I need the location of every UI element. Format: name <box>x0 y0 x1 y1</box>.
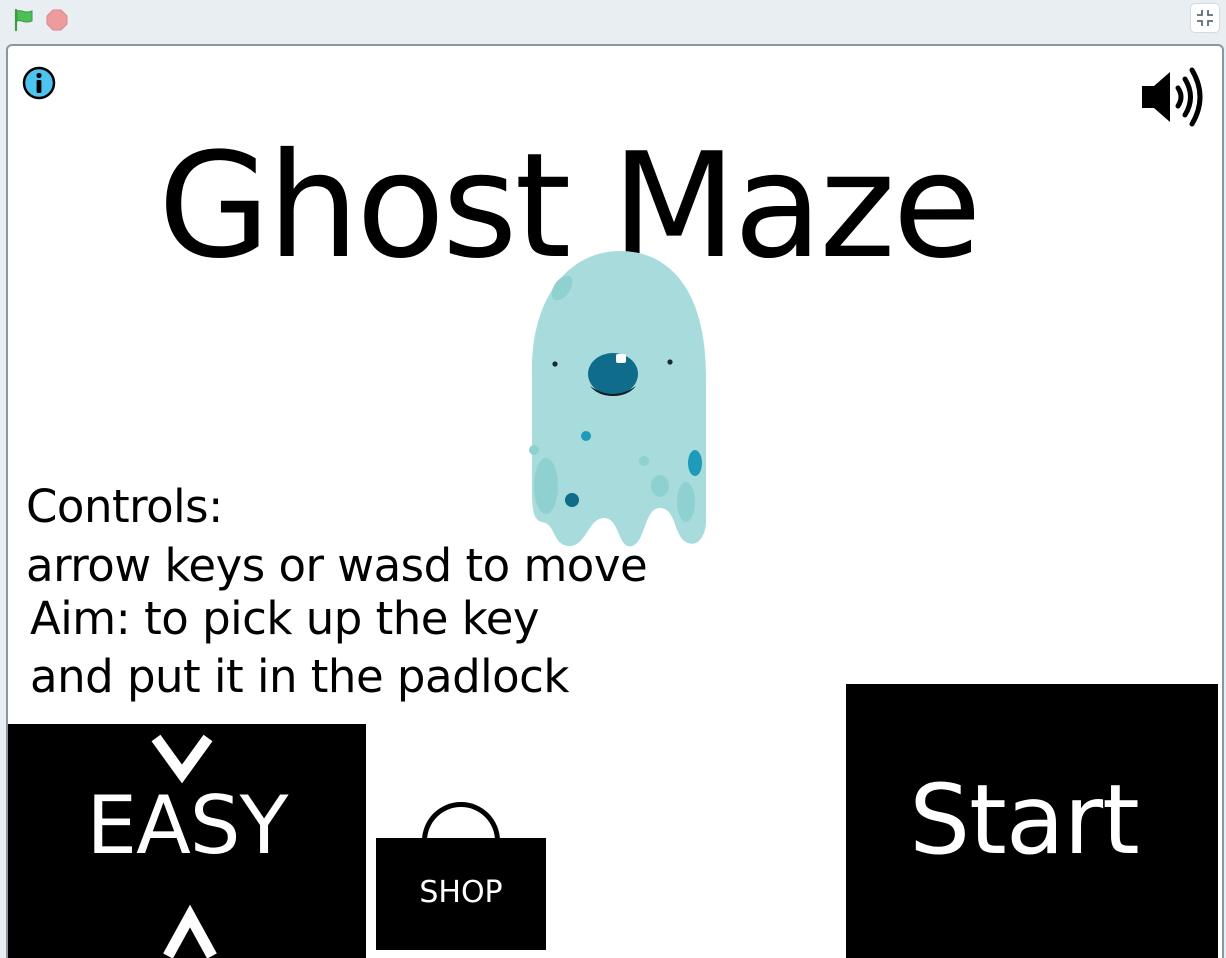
stop-sign-icon[interactable] <box>46 9 68 31</box>
shop-button[interactable]: SHOP <box>376 802 546 950</box>
speaker-icon[interactable] <box>1140 66 1208 128</box>
difficulty-label: EASY <box>86 779 289 872</box>
chevron-up-icon[interactable] <box>163 904 217 958</box>
difficulty-selector: EASY <box>8 724 366 958</box>
start-label: Start <box>909 764 1140 876</box>
project-controls-bar <box>0 0 1226 40</box>
controls-text: arrow keys or wasd to move <box>26 539 648 592</box>
green-flag-icon[interactable] <box>12 8 36 32</box>
aim-line-1: Aim: to pick up the key <box>30 592 540 645</box>
chevron-down-icon[interactable] <box>150 732 214 784</box>
info-icon[interactable] <box>22 66 56 100</box>
game-stage[interactable]: Ghost Maze Controls: arrow keys or wasd … <box>6 44 1224 958</box>
shopping-bag-icon: SHOP <box>376 838 546 950</box>
exit-fullscreen-button[interactable] <box>1190 3 1220 33</box>
ghost-character <box>529 251 706 547</box>
start-button[interactable]: Start <box>846 684 1218 958</box>
aim-line-2: and put it in the padlock <box>30 650 569 703</box>
exit-fullscreen-icon <box>1197 10 1213 26</box>
controls-heading: Controls: <box>26 480 223 533</box>
shop-label: SHOP <box>419 875 503 910</box>
